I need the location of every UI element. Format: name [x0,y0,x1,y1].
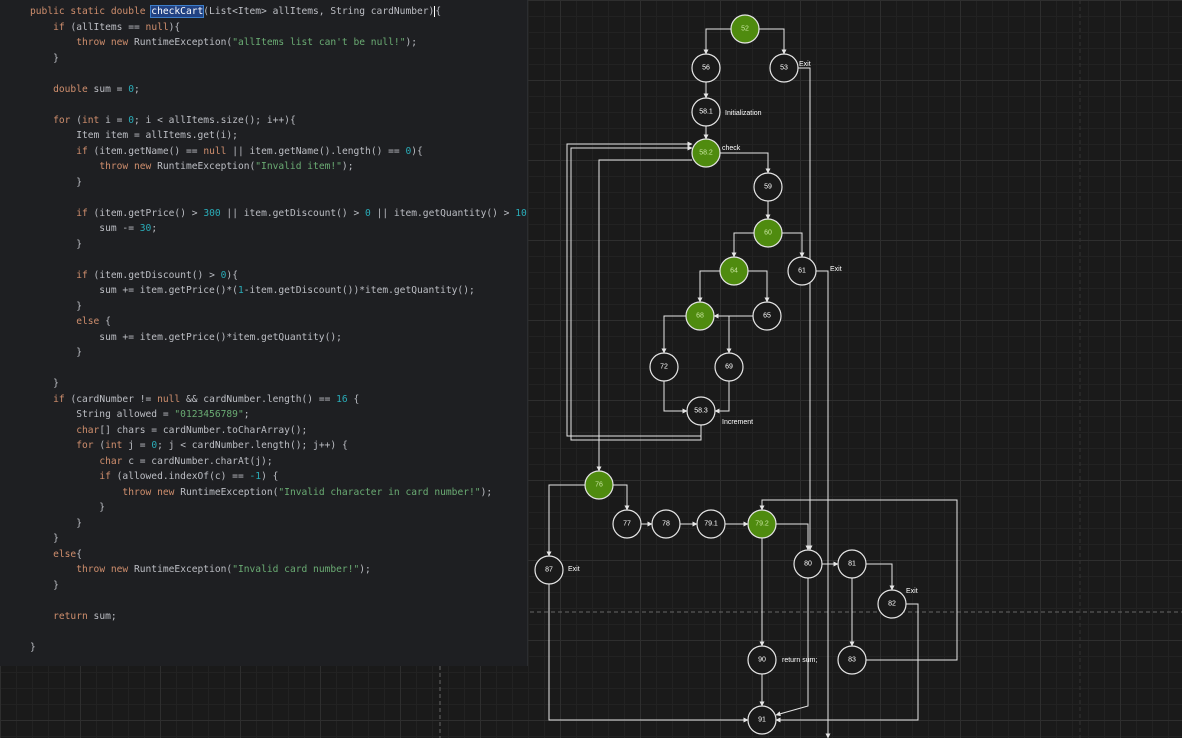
graph-node: 90 [747,645,777,675]
graph-edge [759,28,787,55]
node-label: 83 [848,657,856,664]
graph-edge [782,232,805,258]
node-label: 56 [702,65,710,72]
graph-edge [866,563,895,591]
node-label: 91 [758,717,766,724]
graph-node: 79.2 [747,509,777,539]
graph-node: 68 [685,301,715,331]
graph-node: 58.3 [686,396,716,426]
graph-edge [697,270,720,303]
node-label: 80 [804,561,812,568]
exit-label-82: Exit [906,588,918,595]
increment-label: Increment [722,419,753,426]
graph-edges [546,28,958,738]
node-label: 53 [780,65,788,72]
graph-edge [714,315,732,354]
node-label: 77 [623,521,631,528]
exit-edge [816,270,831,738]
node-label: 82 [888,601,896,608]
graph-node: 79.1 [696,509,726,539]
graph-node: 80 [793,549,823,579]
graph-node: 59 [753,172,783,202]
graph-node: 61 [787,256,817,286]
loop-edge [570,145,702,441]
node-label: 90 [758,657,766,664]
graph-node: 60 [753,218,783,248]
graph-nodes: 52 56 53 58.1 58.2 59 60 61 64 65 68 72 69 58.3 76 77 78… [534,14,907,735]
initialization-label: Initialization [725,110,762,117]
return-sum-label: return sum; [782,657,817,664]
node-label: 76 [595,482,603,489]
control-flow-graph: 52 56 53 58.1 58.2 59 60 61 64 65 68 72 69 58.3 76 77 78… [439,0,1182,738]
graph-node: 72 [649,352,679,382]
loop-edge [566,141,702,437]
graph-node: 77 [612,509,642,539]
graph-edge [663,381,688,414]
graph-node: 91 [747,705,777,735]
graph-node: 64 [719,256,749,286]
graph-node: 56 [691,53,721,83]
node-label: 60 [764,230,772,237]
graph-node: 76 [584,470,614,500]
graph-edge [714,381,730,414]
graph-node: 58.2 [691,138,721,168]
node-label: 58.2 [699,150,713,157]
graph-node: 52 [730,14,760,44]
exit-label-61: Exit [830,266,842,273]
node-label: 68 [696,313,704,320]
node-label: 52 [741,26,749,33]
exit-label-87: Exit [568,566,580,573]
node-label: 65 [763,313,771,320]
node-label: 64 [730,268,738,275]
exit-label-53: Exit [799,61,811,68]
check-label: check [722,145,741,152]
node-label: 58.1 [699,109,713,116]
node-label: 81 [848,561,856,568]
graph-edge [613,484,630,511]
graph-edge [776,523,811,551]
graph-edge [748,270,770,303]
node-label: 69 [725,364,733,371]
node-label: 87 [545,567,553,574]
node-label: 61 [798,268,806,275]
graph-node: 58.1 [691,97,721,127]
graph-edge [546,484,585,557]
graph-node: 53 [769,53,799,83]
node-label: 72 [660,364,668,371]
node-label: 79.1 [704,521,718,528]
graph-node: 83 [837,645,867,675]
graph-node: 87 [534,555,564,585]
graph-edge [731,232,754,258]
graph-edge [661,315,686,354]
graph-node: 78 [651,509,681,539]
graph-edge [775,578,809,717]
node-label: 78 [662,521,670,528]
graph-edge [703,28,731,55]
node-label: 58.3 [694,408,708,415]
graph-edge [720,152,771,174]
graph-edge [548,584,749,723]
graph-node: 69 [714,352,744,382]
node-label: 59 [764,184,772,191]
graph-node: 65 [752,301,782,331]
graph-node: 82 [877,589,907,619]
graph-node: 81 [837,549,867,579]
exit-edge [798,67,813,551]
node-label: 79.2 [755,521,769,528]
